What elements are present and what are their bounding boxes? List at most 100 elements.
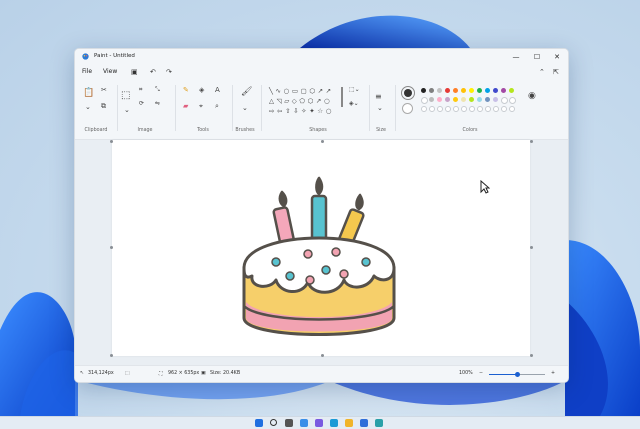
- share-icon[interactable]: ⇱: [553, 68, 559, 76]
- title-bar[interactable]: Paint - Untitled — ☐ ✕: [75, 49, 568, 65]
- fill-icon[interactable]: ◈: [199, 87, 204, 94]
- size-icon[interactable]: ≡: [375, 93, 382, 101]
- view-menu[interactable]: View: [103, 68, 117, 75]
- zoom-slider-thumb[interactable]: [514, 372, 520, 377]
- color-swatch[interactable]: [461, 88, 466, 93]
- color-swatch[interactable]: [493, 88, 498, 93]
- paint-icon[interactable]: [375, 419, 383, 427]
- custom-color-slot[interactable]: [509, 106, 515, 112]
- paste-icon[interactable]: 📋: [83, 89, 94, 98]
- brush-icon[interactable]: 🖌: [241, 88, 252, 97]
- pencil-icon[interactable]: ✎: [183, 87, 189, 94]
- custom-color-slot[interactable]: [437, 106, 443, 112]
- magnifier-icon[interactable]: ⌕: [215, 103, 219, 110]
- flip-icon[interactable]: ⇋: [155, 101, 160, 107]
- redo-icon[interactable]: ↷: [166, 68, 172, 76]
- color-swatch[interactable]: [493, 97, 498, 102]
- color-swatch[interactable]: [485, 97, 490, 102]
- color-swatch[interactable]: [485, 88, 490, 93]
- shapes-scrollbar[interactable]: [341, 87, 343, 107]
- select-icon[interactable]: ⬚: [121, 91, 130, 101]
- fill-shape-icon[interactable]: ◈⌄: [349, 101, 359, 107]
- maximize-button[interactable]: ☐: [527, 51, 547, 63]
- custom-color-slot[interactable]: [461, 106, 467, 112]
- copy-icon[interactable]: ⧉: [101, 103, 106, 110]
- drawing-canvas[interactable]: [112, 140, 530, 356]
- size-dropdown-icon[interactable]: ⌄: [377, 105, 383, 112]
- canvas-resize-handle[interactable]: [530, 354, 533, 357]
- canvas-resize-handle[interactable]: [530, 246, 533, 249]
- canvas-resize-handle[interactable]: [110, 140, 113, 143]
- custom-color-slot[interactable]: [429, 106, 435, 112]
- custom-color-slot[interactable]: [477, 106, 483, 112]
- color-swatch[interactable]: [429, 97, 434, 102]
- color-swatch[interactable]: [477, 88, 482, 93]
- resize-icon[interactable]: ⤡: [155, 87, 160, 93]
- custom-color-slot[interactable]: [421, 106, 427, 112]
- paint-window: Paint - Untitled — ☐ ✕ File View ▣ ↶ ↷ ⌃…: [74, 48, 569, 383]
- canvas-resize-handle[interactable]: [110, 246, 113, 249]
- store-icon[interactable]: [360, 419, 368, 427]
- custom-color-slot[interactable]: [485, 106, 491, 112]
- eraser-icon[interactable]: ▰: [183, 103, 188, 110]
- cut-icon[interactable]: ✂: [101, 87, 107, 94]
- brush-dropdown-icon[interactable]: ⌄: [242, 105, 248, 112]
- color-swatch[interactable]: [437, 88, 442, 93]
- window-title: Paint - Untitled: [94, 53, 135, 59]
- canvas-resize-handle[interactable]: [321, 354, 324, 357]
- secondary-color[interactable]: [402, 103, 413, 114]
- paste-dropdown-icon[interactable]: ⌄: [85, 104, 91, 111]
- color-swatch[interactable]: [445, 97, 450, 102]
- color-swatch[interactable]: [509, 97, 516, 104]
- crop-icon[interactable]: ⌗: [139, 87, 142, 93]
- color-swatch[interactable]: [501, 97, 508, 104]
- zoom-in-button[interactable]: +: [551, 371, 555, 376]
- color-picker-icon[interactable]: ⌖: [199, 103, 203, 110]
- chat-icon[interactable]: [315, 419, 323, 427]
- color-swatch[interactable]: [501, 88, 506, 93]
- save-icon[interactable]: ▣: [131, 68, 138, 76]
- ribbon-divider: [369, 85, 370, 131]
- color-swatch[interactable]: [429, 88, 434, 93]
- search-icon[interactable]: [270, 419, 277, 426]
- windows-start-icon[interactable]: [255, 419, 263, 427]
- custom-color-slot[interactable]: [469, 106, 475, 112]
- color-swatch[interactable]: [477, 97, 482, 102]
- custom-color-slot[interactable]: [501, 106, 507, 112]
- zoom-out-button[interactable]: −: [479, 371, 483, 376]
- undo-icon[interactable]: ↶: [150, 68, 156, 76]
- color-swatch[interactable]: [461, 97, 466, 102]
- color-swatch[interactable]: [469, 88, 474, 93]
- color-swatch[interactable]: [453, 97, 458, 102]
- canvas-resize-handle[interactable]: [321, 140, 324, 143]
- shapes-gallery[interactable]: ╲∿○▭▢⬡↗↗ △◹▱◇⬠⬡↗○ ⇨⇦⇧⇩✧✦☆○: [269, 86, 339, 118]
- custom-color-slot[interactable]: [453, 106, 459, 112]
- minimize-button[interactable]: —: [506, 51, 526, 63]
- widgets-icon[interactable]: [300, 419, 308, 427]
- color-swatch[interactable]: [421, 97, 428, 104]
- canvas-resize-handle[interactable]: [530, 140, 533, 143]
- color-swatch[interactable]: [445, 88, 450, 93]
- color-swatch[interactable]: [453, 88, 458, 93]
- custom-color-slot[interactable]: [445, 106, 451, 112]
- outline-icon[interactable]: ⬚⌄: [349, 87, 360, 93]
- custom-color-slot[interactable]: [493, 106, 499, 112]
- edge-icon[interactable]: [330, 419, 338, 427]
- text-icon[interactable]: A: [215, 87, 220, 94]
- taskbar: [0, 416, 640, 429]
- close-button[interactable]: ✕: [547, 51, 567, 63]
- rotate-icon[interactable]: ⟳: [139, 101, 144, 107]
- primary-color[interactable]: [401, 86, 415, 100]
- select-dropdown-icon[interactable]: ⌄: [124, 107, 130, 114]
- edit-colors-icon[interactable]: ◉: [528, 92, 536, 101]
- collapse-ribbon-icon[interactable]: ⌃: [539, 68, 545, 76]
- task-view-icon[interactable]: [285, 419, 293, 427]
- explorer-icon[interactable]: [345, 419, 353, 427]
- color-swatch[interactable]: [509, 88, 514, 93]
- color-swatch[interactable]: [421, 88, 426, 93]
- color-swatch[interactable]: [469, 97, 474, 102]
- zoom-slider[interactable]: [489, 372, 545, 377]
- color-swatch[interactable]: [437, 97, 442, 102]
- canvas-resize-handle[interactable]: [110, 354, 113, 357]
- file-menu[interactable]: File: [82, 68, 92, 75]
